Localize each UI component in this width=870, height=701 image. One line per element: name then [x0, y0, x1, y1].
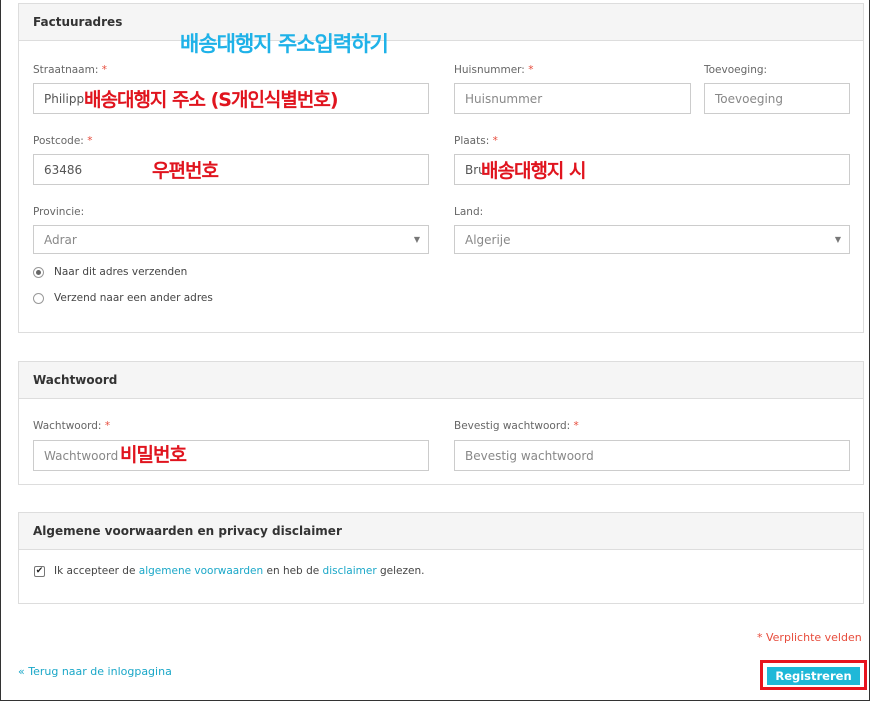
ship-same-label[interactable]: Naar dit adres verzenden	[54, 266, 187, 278]
required-fields-note: * Verplichte velden	[757, 631, 862, 644]
ship-other-label[interactable]: Verzend naar een ander adres	[54, 292, 213, 304]
housenumber-input[interactable]: Huisnummer	[454, 83, 691, 114]
address-heading-annotation: 배송대행지 주소입력하기	[180, 32, 389, 56]
back-to-login-link[interactable]: « Terug naar de inlogpagina	[18, 665, 172, 678]
password-annotation: 비밀번호	[120, 444, 187, 466]
chevron-down-icon: ▼	[834, 235, 841, 244]
accept-terms-checkbox[interactable]: ✔	[34, 566, 45, 577]
city-label: Plaats: *	[454, 135, 498, 147]
accept-terms-text: Ik accepteer de algemene voorwaarden en …	[54, 565, 425, 577]
postcode-annotation: 우편번호	[152, 160, 219, 182]
addition-input[interactable]: Toevoeging	[704, 83, 850, 114]
password-title: Wachtwoord	[19, 362, 863, 399]
housenumber-label: Huisnummer: *	[454, 64, 534, 76]
confirm-password-label: Bevestig wachtwoord: *	[454, 420, 579, 432]
billing-title: Factuuradres	[19, 4, 863, 41]
confirm-password-input[interactable]: Bevestig wachtwoord	[454, 440, 850, 471]
province-label: Provincie:	[33, 206, 85, 218]
province-value: Adrar	[44, 232, 77, 247]
submit-highlight: Registreren	[760, 660, 867, 690]
password-input[interactable]: Wachtwoord	[33, 440, 429, 471]
country-value: Algerije	[465, 232, 511, 247]
checkmark-icon: ✔	[35, 566, 44, 576]
terms-title: Algemene voorwaarden en privacy disclaim…	[19, 513, 863, 550]
addition-label: Toevoeging:	[704, 64, 768, 76]
chevron-down-icon: ▼	[413, 235, 420, 244]
ship-same-radio[interactable]	[33, 267, 44, 278]
disclaimer-link[interactable]: disclaimer	[323, 565, 377, 577]
street-annotation: 배송대행지 주소 (S개인식별번호)	[84, 89, 339, 111]
country-label: Land:	[454, 206, 484, 218]
postcode-input[interactable]: 63486	[33, 154, 429, 185]
province-select[interactable]: Adrar ▼	[33, 225, 429, 254]
postcode-label: Postcode: *	[33, 135, 93, 147]
ship-other-radio[interactable]	[33, 293, 44, 304]
country-select[interactable]: Algerije ▼	[454, 225, 850, 254]
terms-panel: Algemene voorwaarden en privacy disclaim…	[18, 512, 864, 604]
password-label: Wachtwoord: *	[33, 420, 111, 432]
terms-link[interactable]: algemene voorwaarden	[139, 565, 263, 577]
city-annotation: 배송대행지 시	[481, 160, 586, 182]
register-button[interactable]: Registreren	[767, 667, 860, 685]
street-label: Straatnaam: *	[33, 64, 107, 76]
